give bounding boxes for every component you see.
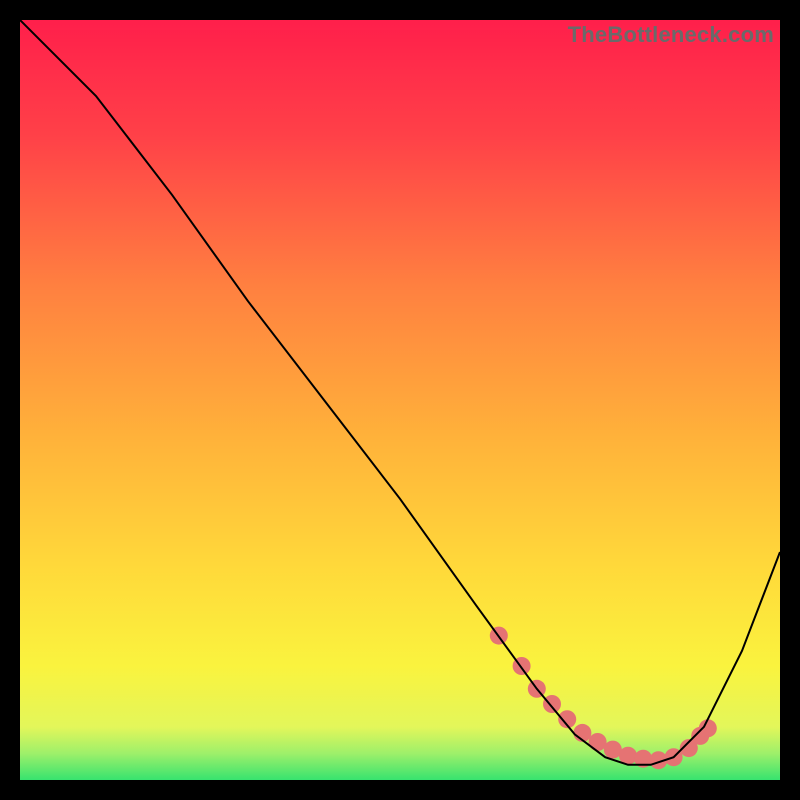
optimal-marker-dot	[543, 695, 561, 713]
gradient-background	[20, 20, 780, 780]
bottleneck-chart	[20, 20, 780, 780]
watermark-text: TheBottleneck.com	[568, 22, 774, 48]
chart-frame: TheBottleneck.com	[20, 20, 780, 780]
